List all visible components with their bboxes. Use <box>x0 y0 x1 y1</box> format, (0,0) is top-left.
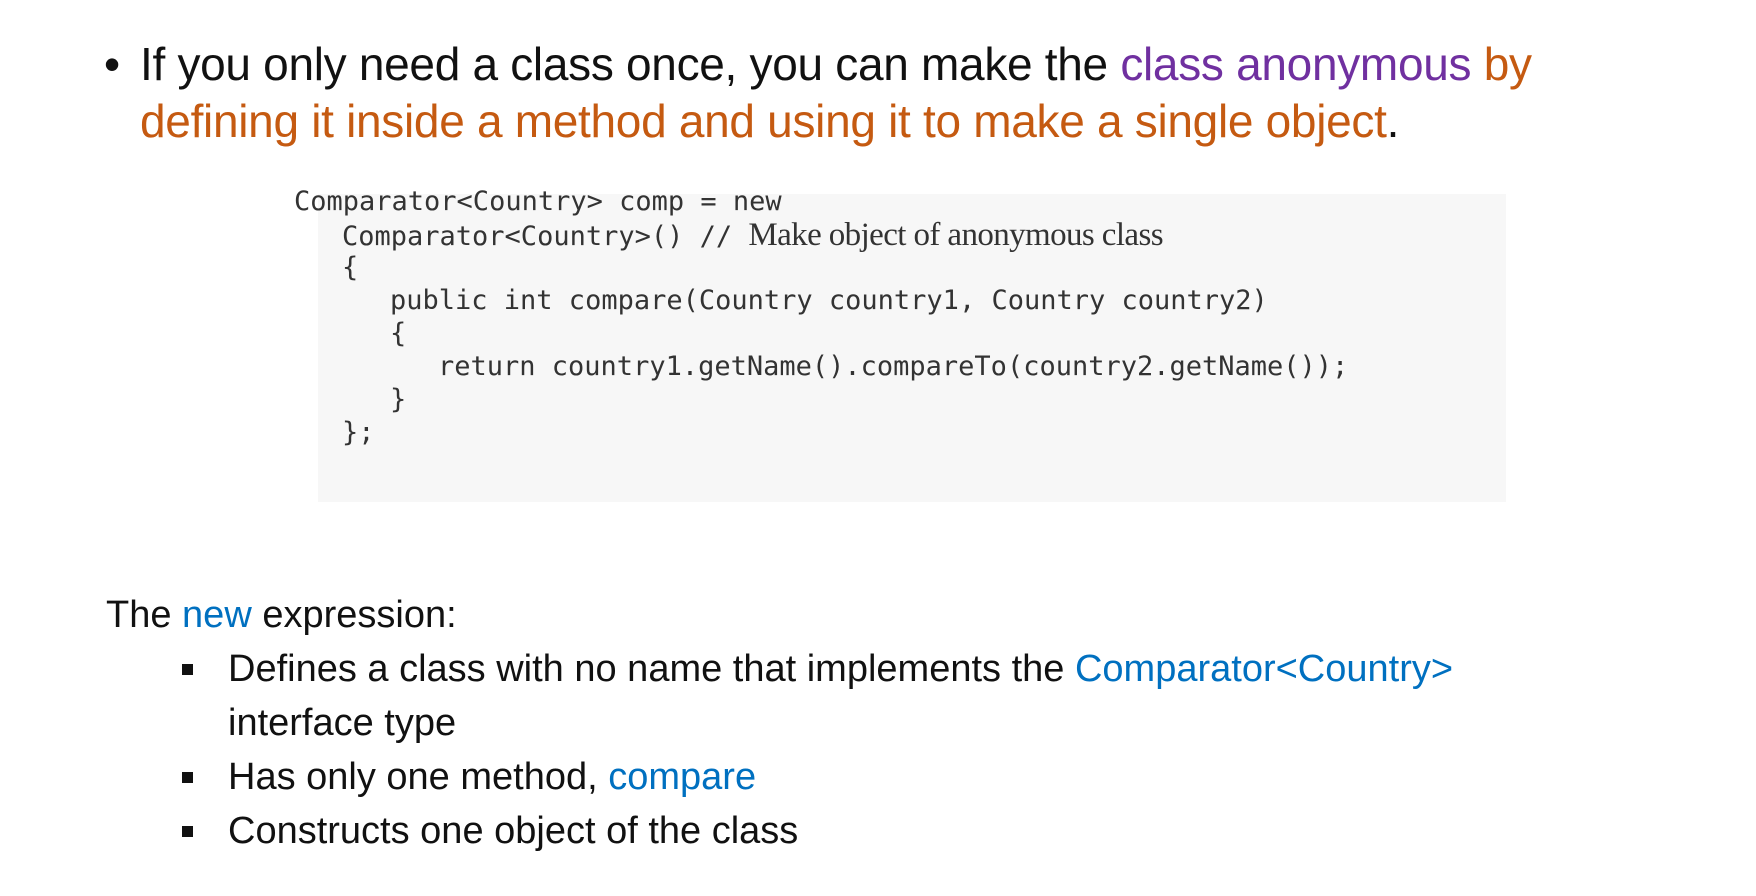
code-line-3: { <box>342 252 359 283</box>
code-line-7: } <box>390 384 407 415</box>
code-line-2: Comparator<Country>() // Make object of … <box>342 217 1164 253</box>
main-bullet-text: If you only need a class once, you can m… <box>140 36 1664 150</box>
code-line-5: { <box>390 318 407 349</box>
list-item: Constructs one object of the class <box>176 804 1676 858</box>
main-bullet-text-plain: If you only need a class once, you can m… <box>140 38 1121 90</box>
comparator-country-highlight: Comparator<Country> <box>1074 648 1454 690</box>
code-example-block: Comparator<Country> comp = new Comparato… <box>294 186 1506 502</box>
new-expression-details-list: Defines a class with no name that implem… <box>176 642 1676 858</box>
main-bullet-point: • If you only need a class once, you can… <box>104 36 1664 150</box>
square-bullet-icon <box>182 664 193 675</box>
new-keyword: new <box>182 594 252 636</box>
code-line-8: }; <box>342 417 375 448</box>
list-item-text: Defines a class with no name that implem… <box>228 648 1075 690</box>
code-line-6: return country1.getName().compareTo(coun… <box>438 351 1349 382</box>
code-line-1: Comparator<Country> comp = new <box>294 186 782 217</box>
code-comment: Make object of anonymous class <box>748 217 1163 253</box>
list-item-text: Constructs one object of the class <box>228 810 799 852</box>
list-item-text-continued: interface type <box>228 702 457 744</box>
square-bullet-icon <box>182 772 193 783</box>
intro-after: expression: <box>251 594 457 636</box>
list-item: Has only one method, compare <box>176 750 1676 804</box>
intro-before: The <box>106 594 183 636</box>
code-line-2-code: Comparator<Country>() // <box>342 221 749 252</box>
code-line-4: public int compare(Country country1, Cou… <box>390 285 1268 316</box>
square-bullet-icon <box>182 826 193 837</box>
list-item: Defines a class with no name that implem… <box>176 642 1676 750</box>
bullet-dot: • <box>104 38 120 90</box>
main-bullet-period: . <box>1386 95 1400 147</box>
class-anonymous-highlight: class anonymous <box>1120 38 1472 90</box>
new-expression-intro: The new expression: <box>106 588 457 642</box>
compare-method-highlight: compare <box>608 756 757 798</box>
list-item-text: Has only one method, <box>228 756 609 798</box>
